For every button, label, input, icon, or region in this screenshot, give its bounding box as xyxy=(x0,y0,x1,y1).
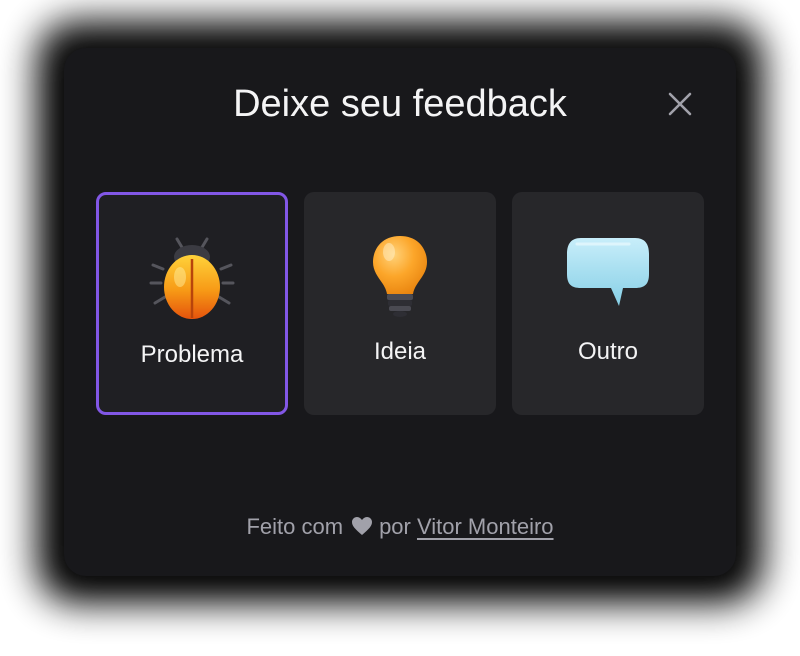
footer-prefix: Feito com xyxy=(246,514,344,539)
footer-middle: por xyxy=(379,514,411,539)
option-problema[interactable]: Problema xyxy=(96,192,288,415)
option-ideia[interactable]: Ideia xyxy=(304,192,496,415)
close-icon xyxy=(668,92,692,116)
option-outro[interactable]: Outro xyxy=(512,192,704,415)
footer: Feito com por Vitor Monteiro xyxy=(0,512,800,542)
author-link[interactable]: Vitor Monteiro xyxy=(417,514,554,539)
lightbulb-icon xyxy=(373,236,427,317)
option-label: Ideia xyxy=(373,338,427,365)
close-button[interactable] xyxy=(664,88,696,120)
option-label: Problema xyxy=(140,341,244,368)
speech-bubble-icon xyxy=(567,238,649,306)
bug-icon xyxy=(149,237,235,319)
option-label: Outro xyxy=(577,338,639,365)
heart-icon xyxy=(352,517,373,535)
